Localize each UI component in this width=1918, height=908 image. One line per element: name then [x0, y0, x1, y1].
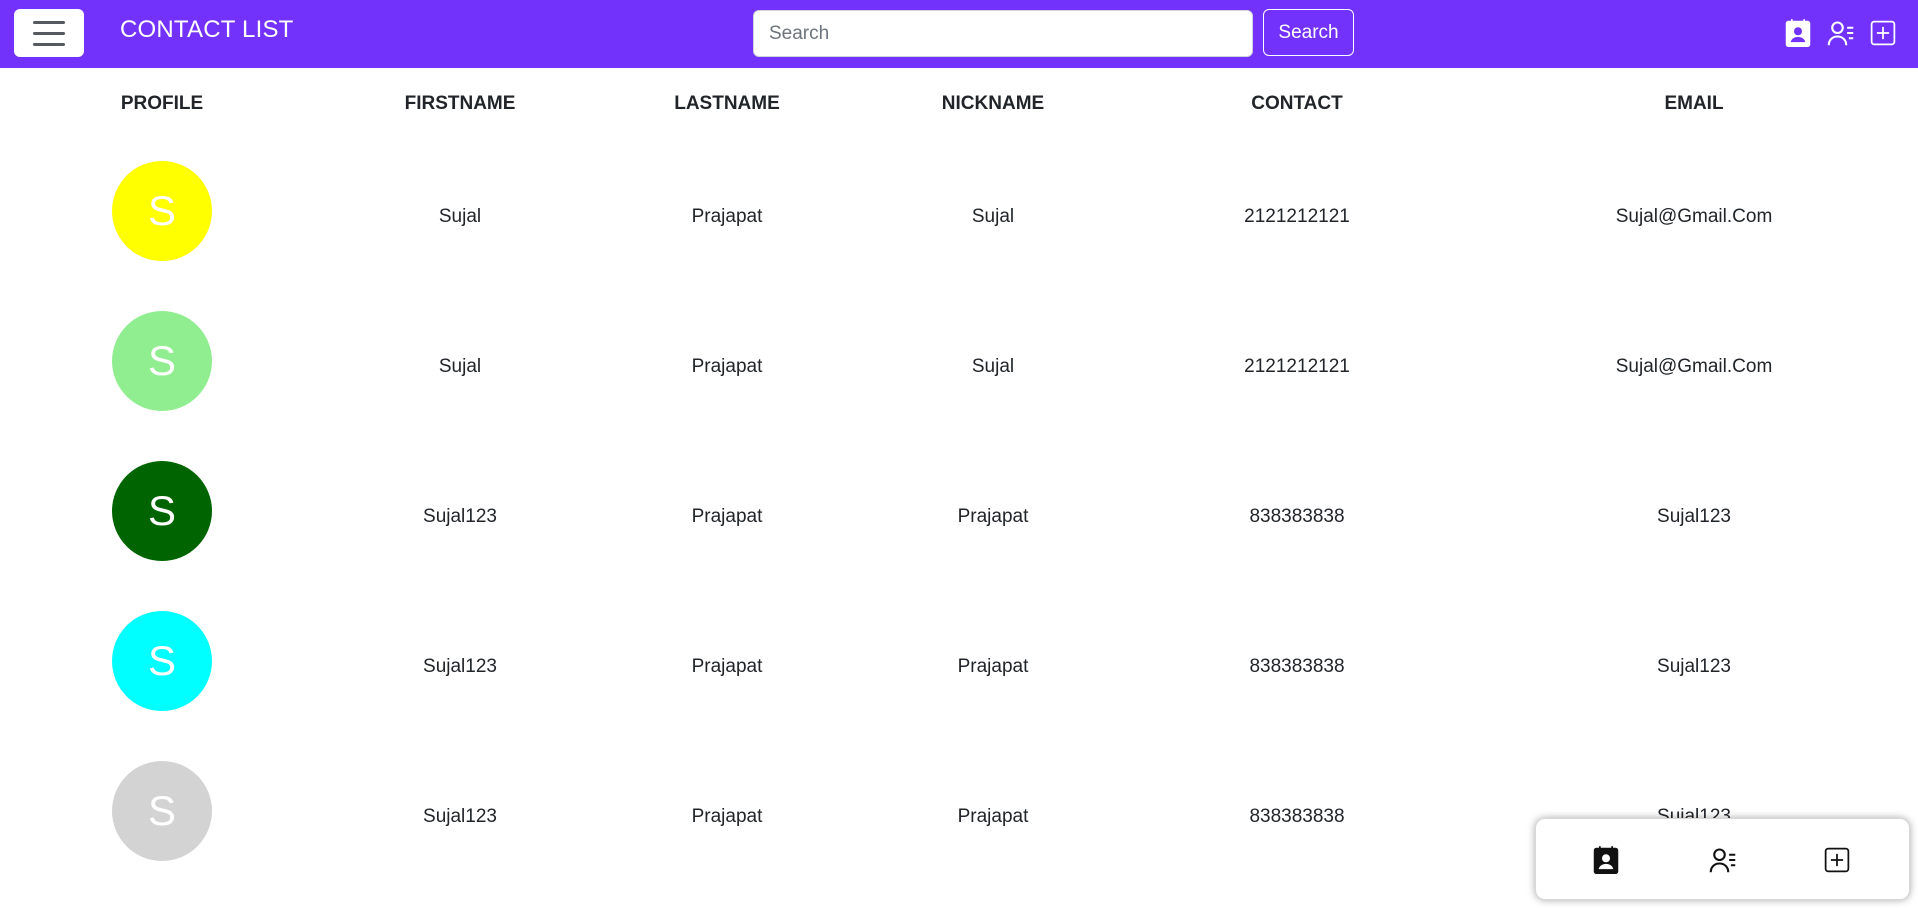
- cell-contact: 838383838: [1249, 806, 1345, 827]
- cell-email: Sujal@Gmail.Com: [1615, 206, 1773, 227]
- cell-contact: 2121212121: [1244, 356, 1350, 377]
- plus-square-icon[interactable]: [1822, 845, 1852, 875]
- avatar: S: [112, 461, 212, 561]
- header-lastname: LASTNAME: [674, 93, 780, 114]
- table-row[interactable]: S Sujal Prajapat Sujal 2121212121 Sujal@…: [0, 292, 1918, 442]
- header-contact: CONTACT: [1251, 93, 1343, 114]
- header-nickname: NICKNAME: [941, 93, 1045, 114]
- cell-lastname: Prajapat: [691, 356, 763, 377]
- contact-card-icon[interactable]: [1783, 18, 1813, 48]
- table-row[interactable]: S Sujal123 Prajapat Prajapat 838383838 S…: [0, 592, 1918, 742]
- avatar: S: [112, 311, 212, 411]
- hamburger-icon: [33, 20, 65, 24]
- bottom-action-bar: [1535, 818, 1910, 900]
- table-row[interactable]: S Sujal Prajapat Sujal 2121212121 Sujal@…: [0, 142, 1918, 292]
- search-button[interactable]: Search: [1263, 9, 1354, 56]
- header-firstname: FIRSTNAME: [404, 93, 516, 114]
- plus-square-icon[interactable]: [1868, 18, 1898, 48]
- cell-firstname: Sujal123: [423, 506, 497, 527]
- cell-email: Sujal123: [1657, 656, 1731, 677]
- avatar: S: [112, 761, 212, 861]
- cell-nickname: Prajapat: [957, 656, 1029, 677]
- contact-card-icon[interactable]: [1591, 845, 1621, 875]
- table-row[interactable]: S Sujal123 Prajapat Prajapat 838383838 S…: [0, 442, 1918, 592]
- cell-email: Sujal@Gmail.Com: [1615, 356, 1773, 377]
- navbar: CONTACT LIST Search: [0, 0, 1918, 68]
- cell-contact: 838383838: [1249, 656, 1345, 677]
- header-profile: PROFILE: [120, 93, 204, 114]
- cell-firstname: Sujal: [438, 356, 482, 377]
- cell-nickname: Prajapat: [957, 506, 1029, 527]
- search-input[interactable]: [753, 10, 1253, 57]
- avatar: S: [112, 611, 212, 711]
- cell-lastname: Prajapat: [691, 656, 763, 677]
- cell-email: Sujal123: [1657, 506, 1731, 527]
- cell-firstname: Sujal123: [423, 806, 497, 827]
- avatar: S: [112, 161, 212, 261]
- cell-lastname: Prajapat: [691, 506, 763, 527]
- person-list-icon[interactable]: [1708, 845, 1738, 875]
- menu-toggle-button[interactable]: [14, 9, 84, 57]
- cell-firstname: Sujal: [438, 206, 482, 227]
- cell-firstname: Sujal123: [423, 656, 497, 677]
- cell-lastname: Prajapat: [691, 806, 763, 827]
- cell-contact: 2121212121: [1244, 206, 1350, 227]
- cell-nickname: Prajapat: [957, 806, 1029, 827]
- app-title: CONTACT LIST: [120, 16, 294, 43]
- cell-contact: 838383838: [1249, 506, 1345, 527]
- contacts-table: PROFILE FIRSTNAME LASTNAME NICKNAME CONT…: [0, 68, 1918, 892]
- header-email: EMAIL: [1664, 93, 1724, 114]
- table-header: PROFILE FIRSTNAME LASTNAME NICKNAME CONT…: [0, 68, 1918, 142]
- cell-nickname: Sujal: [971, 356, 1015, 377]
- cell-nickname: Sujal: [971, 206, 1015, 227]
- cell-lastname: Prajapat: [691, 206, 763, 227]
- person-list-icon[interactable]: [1826, 18, 1856, 48]
